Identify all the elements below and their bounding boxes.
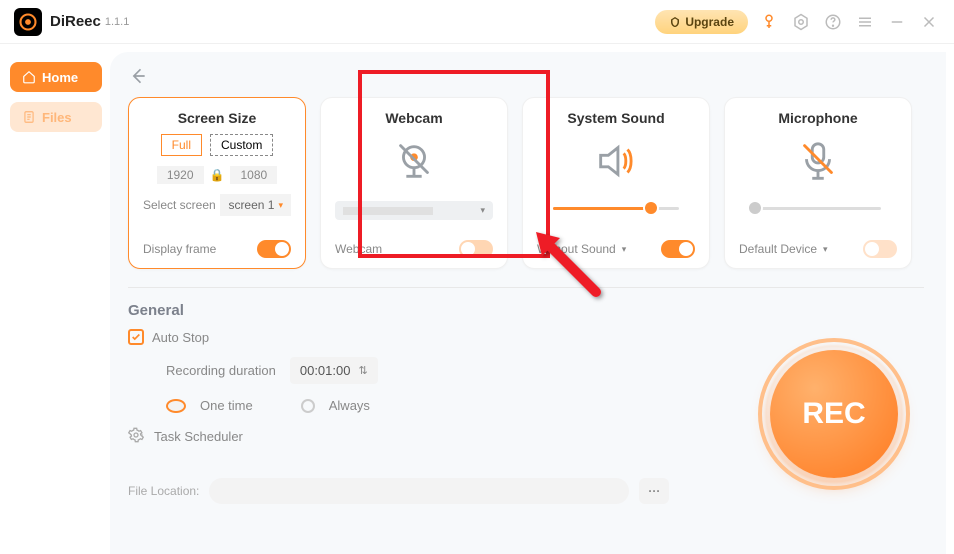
app-version: 1.1.1 (105, 16, 129, 28)
select-screen-dropdown[interactable]: screen 1▾ (220, 194, 291, 216)
card-microphone: Microphone Default Device▾ (724, 97, 912, 269)
card-title: Microphone (778, 110, 857, 126)
help-icon[interactable] (822, 11, 844, 33)
upgrade-button[interactable]: Upgrade (655, 10, 748, 34)
task-scheduler-label[interactable]: Task Scheduler (154, 429, 243, 444)
screen-width: 1920 (157, 166, 204, 184)
app-logo (14, 8, 42, 36)
gear-icon (128, 427, 144, 446)
chevron-down-icon: ▾ (480, 205, 485, 216)
mic-device-dropdown[interactable]: Default Device▾ (739, 242, 828, 256)
select-screen-label: Select screen (143, 198, 216, 212)
file-location-label: File Location: (128, 484, 199, 498)
display-frame-toggle[interactable] (257, 240, 291, 258)
card-webcam: Webcam ▾ Webcam (320, 97, 508, 269)
microphone-slider[interactable] (755, 207, 881, 210)
minimize-button[interactable] (886, 11, 908, 33)
display-frame-label: Display frame (143, 242, 216, 256)
app-name: DiReec (50, 13, 101, 30)
webcam-label: Webcam (335, 242, 382, 256)
settings-icon[interactable] (790, 11, 812, 33)
card-title: Webcam (385, 110, 442, 126)
title-bar: DiReec 1.1.1 Upgrade (0, 0, 954, 44)
always-label: Always (329, 398, 370, 413)
sound-mode-dropdown[interactable]: Without Sound▾ (537, 242, 626, 256)
record-button-ring: REC (754, 334, 914, 494)
card-screen-size: Screen Size Full Custom 1920 🔒 1080 Sele… (128, 97, 306, 269)
webcam-toggle[interactable] (459, 240, 493, 258)
screen-height: 1080 (230, 166, 277, 184)
menu-icon[interactable] (854, 11, 876, 33)
sidebar-item-label: Files (42, 110, 72, 125)
auto-stop-label: Auto Stop (152, 330, 209, 345)
divider (128, 287, 924, 288)
card-title: System Sound (567, 110, 664, 126)
recording-duration-label: Recording duration (166, 363, 276, 378)
card-system-sound: System Sound Without Sound▾ (522, 97, 710, 269)
one-time-label: One time (200, 398, 253, 413)
screen-full-button[interactable]: Full (161, 134, 202, 156)
radio-always[interactable] (301, 399, 315, 413)
stepper-icon: ⇅ (358, 364, 367, 377)
webcam-off-icon (391, 138, 437, 189)
section-title: General (128, 302, 924, 319)
webcam-device-dropdown[interactable]: ▾ (335, 201, 493, 220)
auto-stop-checkbox[interactable] (128, 329, 144, 345)
mic-off-icon (795, 138, 841, 189)
browse-button[interactable]: ··· (639, 478, 669, 504)
sidebar-item-home[interactable]: Home (10, 62, 102, 92)
key-icon[interactable] (758, 11, 780, 33)
chevron-down-icon: ▾ (622, 244, 627, 255)
system-sound-toggle[interactable] (661, 240, 695, 258)
sidebar-item-files[interactable]: Files (10, 102, 102, 132)
card-title: Screen Size (178, 110, 257, 126)
record-button[interactable]: REC (770, 350, 898, 478)
screen-custom-button[interactable]: Custom (210, 134, 273, 156)
microphone-toggle[interactable] (863, 240, 897, 258)
chevron-down-icon: ▾ (278, 200, 283, 211)
upgrade-label: Upgrade (685, 15, 734, 29)
recording-duration-input[interactable]: 00:01:00 ⇅ (290, 357, 378, 384)
sidebar: Home Files (0, 44, 110, 554)
back-button[interactable] (128, 66, 924, 91)
system-sound-slider[interactable] (553, 207, 679, 210)
sidebar-item-label: Home (42, 70, 78, 85)
chevron-down-icon: ▾ (823, 244, 828, 255)
speaker-icon (593, 138, 639, 189)
close-button[interactable] (918, 11, 940, 33)
radio-one-time[interactable] (166, 399, 186, 413)
file-location-path[interactable] (209, 478, 629, 504)
lock-icon: 🔒 (210, 168, 225, 182)
